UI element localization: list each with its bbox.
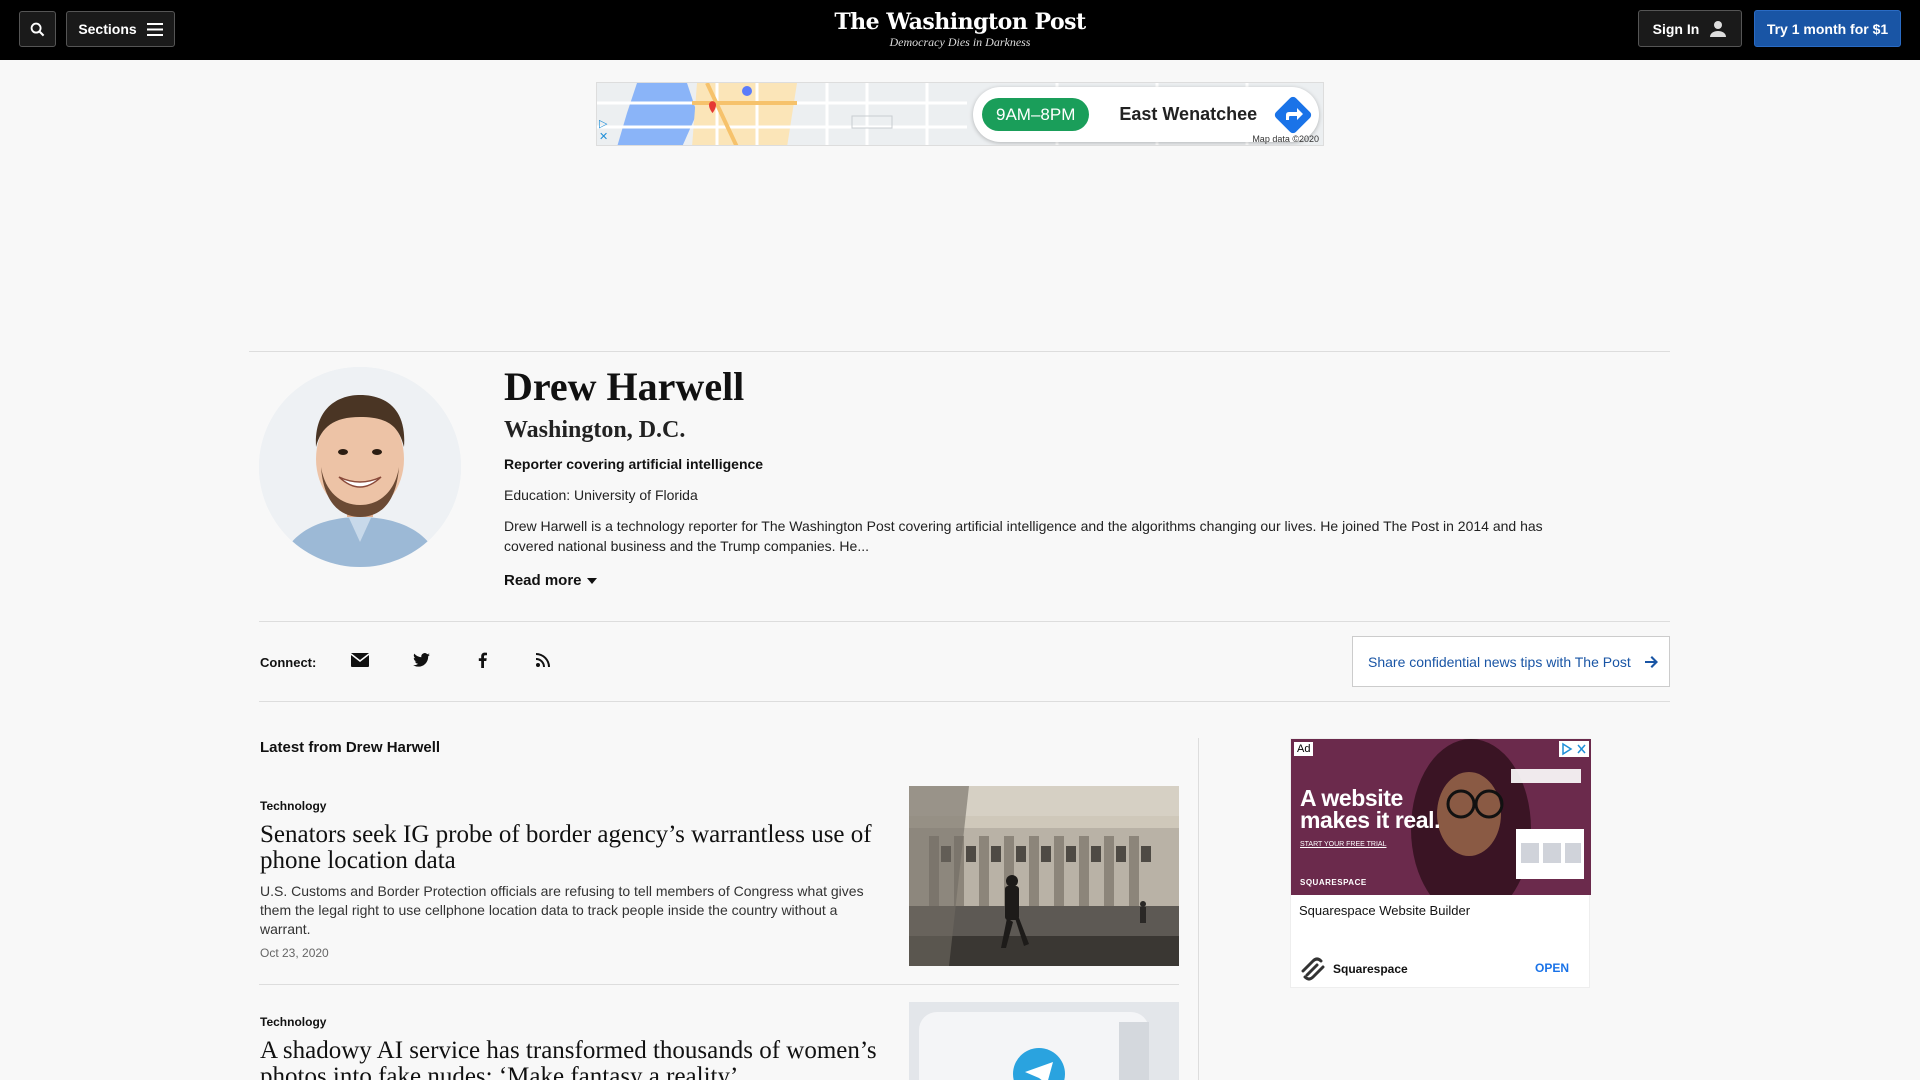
directions-icon[interactable] (1273, 95, 1313, 135)
squarespace-advertisement[interactable]: Ad A website makes it real. START YOUR F… (1290, 738, 1591, 988)
ad-open-button[interactable]: OPEN (1535, 961, 1569, 975)
article-headline[interactable]: A shadowy AI service has transformed tho… (260, 1038, 880, 1080)
article-thumbnail[interactable] (909, 1002, 1179, 1080)
user-icon (1710, 20, 1727, 37)
rss-link[interactable] (531, 648, 555, 672)
map-credit: Map data ©2020 (1252, 134, 1319, 144)
ad-brand-mark: SQUARESPACE (1300, 878, 1367, 887)
article-kicker[interactable]: Technology (260, 799, 326, 813)
caret-down-icon (586, 577, 597, 584)
arrow-right-icon (1644, 655, 1658, 668)
ad-choices-icon[interactable]: ▷ ✕ (599, 118, 608, 144)
connect-label: Connect: (260, 655, 317, 670)
logo-name: The Washington Post (834, 9, 1086, 35)
top-divider (249, 351, 1670, 352)
article-headline[interactable]: Senators seek IG probe of border agency’… (260, 822, 880, 874)
sections-menu-button[interactable]: Sections (66, 11, 175, 47)
ad-label: Ad (1294, 742, 1314, 756)
ad-choices-icon[interactable] (1559, 741, 1589, 757)
news-tips-button[interactable]: Share confidential news tips with The Po… (1352, 636, 1670, 687)
author-avatar (259, 367, 461, 567)
author-location: Washington, D.C. (504, 417, 686, 443)
twitter-link[interactable] (409, 648, 433, 672)
site-logo[interactable]: The Washington Post Democracy Dies in Da… (760, 8, 1160, 49)
ad-advertiser: Squarespace (1299, 957, 1408, 981)
envelope-icon (351, 653, 369, 667)
column-divider (1198, 738, 1199, 1080)
squarespace-logo-icon (1301, 957, 1325, 981)
ad-cta[interactable]: START YOUR FREE TRIAL (1300, 841, 1387, 848)
author-name: Drew Harwell (504, 364, 745, 409)
map-advertisement[interactable]: ▷ ✕ 9AM–8PM East Wenatchee Map data ©2020 (596, 82, 1324, 146)
facebook-link[interactable] (470, 648, 494, 672)
search-icon (30, 22, 45, 36)
sign-in-button[interactable]: Sign In (1638, 10, 1742, 47)
hamburger-icon (146, 22, 163, 36)
ad-headline-line2: makes it real. (1300, 807, 1441, 833)
hours-badge: 9AM–8PM (982, 98, 1090, 131)
rss-icon (536, 653, 550, 667)
ad-advertiser-name: Squarespace (1333, 962, 1408, 976)
latest-heading: Latest from Drew Harwell (260, 739, 441, 756)
article-thumbnail[interactable] (909, 786, 1179, 966)
ad-title[interactable]: Squarespace Website Builder (1299, 903, 1470, 918)
author-bio: Drew Harwell is a technology reporter fo… (504, 518, 1543, 554)
connect-bottom-divider (259, 701, 1670, 702)
facebook-icon (478, 652, 487, 668)
news-tips-label: Share confidential news tips with The Po… (1368, 653, 1631, 670)
read-more-label: Read more (504, 572, 582, 589)
author-role: Reporter covering artificial intelligenc… (504, 456, 764, 472)
top-navigation-bar: Sections The Washington Post Democracy D… (0, 0, 1920, 60)
store-city: East Wenatchee (1119, 104, 1258, 124)
sign-in-label: Sign In (1652, 20, 1700, 37)
subscribe-trial-button[interactable]: Try 1 month for $1 (1754, 10, 1901, 47)
author-education: Education: University of Florida (504, 487, 698, 503)
search-button[interactable] (19, 11, 56, 47)
logo-tagline: Democracy Dies in Darkness (889, 35, 1031, 49)
article-kicker[interactable]: Technology (260, 1015, 326, 1029)
article-divider (259, 984, 1179, 985)
ad-headline: A website makes it real. (1300, 785, 1441, 833)
ad-headline-line1: A website (1300, 785, 1403, 811)
email-link[interactable] (348, 648, 372, 672)
read-more-button[interactable]: Read more (504, 572, 597, 589)
ad-creative: Ad A website makes it real. START YOUR F… (1291, 739, 1591, 895)
sections-label: Sections (78, 21, 137, 37)
twitter-icon (412, 653, 430, 667)
article-blurb: U.S. Customs and Border Protection offic… (260, 883, 864, 937)
connect-top-divider (259, 621, 1670, 622)
article-date: Oct 23, 2020 (260, 946, 329, 960)
